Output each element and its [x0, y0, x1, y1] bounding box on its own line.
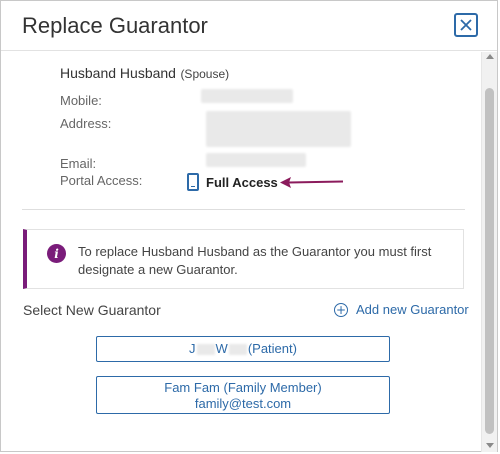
replace-guarantor-dialog: Replace Guarantor Husband Husband (Spous… [0, 0, 498, 452]
scrollbar[interactable] [481, 52, 497, 452]
option-email: family@test.com [194, 396, 292, 411]
guarantor-name: Husband Husband [60, 65, 176, 81]
plus-circle-icon: + [334, 302, 348, 317]
guarantor-relationship: (Spouse) [180, 67, 230, 81]
redacted-name-part [196, 344, 215, 356]
scroll-down-arrow-icon[interactable] [486, 443, 494, 448]
full-access-text: Full Access [206, 174, 278, 190]
dialog-header: Replace Guarantor [1, 1, 497, 51]
option-name-initial: J [189, 341, 196, 356]
add-new-guarantor-link[interactable]: + Add new Guarantor [334, 302, 469, 317]
guarantor-name-row: Husband Husband (Spouse) [60, 65, 229, 83]
add-new-guarantor-label: Add new Guarantor [356, 302, 469, 317]
email-label: Email: [60, 156, 97, 171]
scroll-thumb[interactable] [485, 88, 494, 434]
option-relationship: (Patient) [247, 341, 297, 356]
annotation-arrow-icon [280, 177, 344, 188]
portal-access-value: Full Access [187, 173, 278, 191]
guarantor-option-patient[interactable]: J W (Patient) [96, 336, 390, 362]
info-alert: i To replace Husband Husband as the Guar… [23, 229, 464, 289]
select-new-guarantor-label: Select New Guarantor [23, 302, 161, 318]
mobile-phone-icon [187, 173, 199, 191]
redacted-mobile [201, 89, 293, 103]
scroll-up-arrow-icon[interactable] [486, 54, 494, 59]
option-name: Fam Fam (Family Member) [164, 380, 322, 395]
dialog-title: Replace Guarantor [22, 12, 208, 38]
address-label: Address: [60, 116, 112, 131]
guarantor-option-family-member[interactable]: Fam Fam (Family Member) family@test.com [96, 376, 390, 414]
close-icon [460, 19, 472, 31]
mobile-label: Mobile: [60, 93, 102, 108]
section-divider [22, 209, 465, 210]
close-button[interactable] [454, 13, 478, 37]
info-icon: i [47, 244, 66, 263]
alert-message: To replace Husband Husband as the Guaran… [78, 244, 432, 277]
option-name-middle: W [215, 341, 228, 356]
redacted-name-part [228, 344, 247, 356]
portal-access-label: Portal Access: [60, 173, 143, 188]
redacted-email [206, 153, 306, 167]
redacted-address [206, 111, 351, 147]
